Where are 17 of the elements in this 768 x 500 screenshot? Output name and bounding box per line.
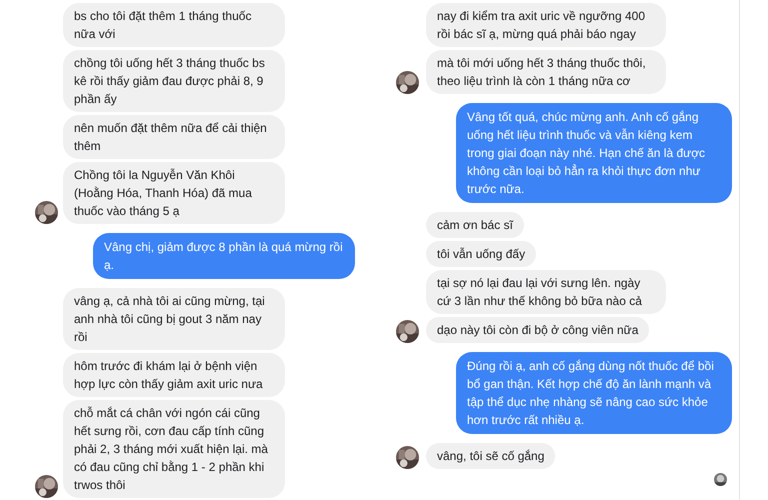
- message-text: dạo này tôi còn đi bộ ở công viên nữa: [426, 317, 650, 343]
- message-text: vâng, tôi sẽ cố gắng: [426, 443, 556, 469]
- message-text: tôi vẫn uống đấy: [426, 241, 536, 267]
- message-text: Đúng rồi ạ, anh cố gắng dùng nốt thuốc để bồi bổ gan thận. Kết hợp chế độ ăn lành mạnh và tập thể dục nhẹ nhàng sẽ nâng cao sức khỏe hơn trước rất nhiều ạ.: [456, 352, 732, 434]
- message-text: nay đi kiểm tra axit uric về ngưỡng 400 rồi bác sĩ ạ, mừng quá phải báo ngay: [426, 3, 666, 47]
- message-text: vâng ạ, cả nhà tôi ai cũng mừng, tại anh nhà tôi cũng bị gout 3 năm nay rồi: [63, 288, 285, 350]
- message-text: tại sợ nó lại đau lại với sưng lên. ngày cứ 3 lần như thế không bỏ bữa nào cả: [426, 270, 666, 314]
- message-text: mà tôi mới uống hết 3 tháng thuốc thôi, theo liệu trình là còn 1 tháng nữa cơ: [426, 50, 666, 94]
- message-text: bs cho tôi đặt thêm 1 tháng thuốc nữa với: [63, 3, 285, 47]
- message-text: chồng tôi uống hết 3 tháng thuốc bs kê rồi thấy giảm đau được phải 8, 9 phần ấy: [63, 50, 285, 112]
- message-text: Vâng chị, giảm được 8 phần là quá mừng rồi ạ.: [93, 233, 355, 279]
- message-text: Vâng tốt quá, chúc mừng anh. Anh cố gắng uống hết liệu trình thuốc và vẫn kiêng kem trong giai đoạn này nhé. Hạn chế ăn là được không cần loại bỏ hẳn ra khỏi thực đơn như trước nữa.: [456, 103, 732, 203]
- message-text: cảm ơn bác sĩ: [426, 212, 524, 238]
- message-text: hôm trước đi khám lại ở bệnh viện hợp lực còn thấy giảm axit uric nưa: [63, 353, 285, 397]
- message-text: nên muốn đặt thêm nữa để cải thiện thêm: [63, 115, 285, 159]
- message-text: chỗ mắt cá chân với ngón cái cũng hết sưng rồi, cơn đau cấp tính cũng phải 2, 3 tháng mới xuất hiện lại. mà có đau cũng chỉ bằng 1 - 2 phần khi trwos thôi: [63, 400, 285, 498]
- message-text: Chồng tôi la Nguyễn Văn Khôi (Hoằng Hóa, Thanh Hóa) đã mua thuốc vào tháng 5 ạ: [63, 162, 285, 224]
